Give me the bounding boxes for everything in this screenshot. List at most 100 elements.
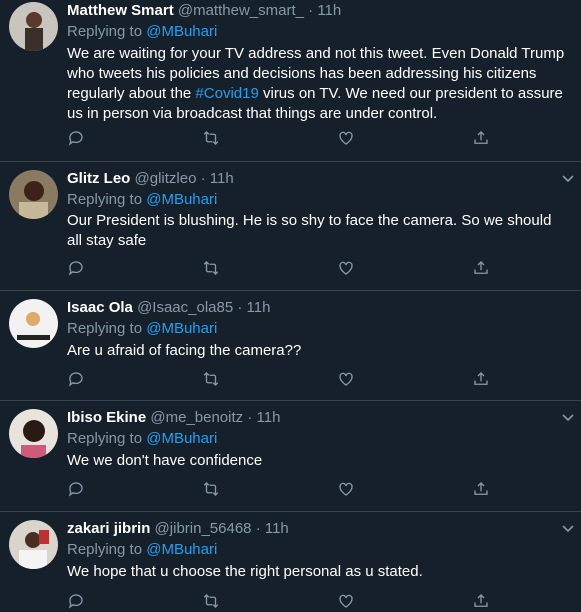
chevron-down-icon xyxy=(562,525,574,533)
tweet-text: We we don't have confidence xyxy=(67,452,263,469)
display-name[interactable]: Glitz Leo xyxy=(67,170,130,187)
replying-to-label: Replying to xyxy=(67,541,143,558)
reply-button[interactable] xyxy=(67,370,87,390)
tweet-header: Glitz Leo @glitzleo · 11h xyxy=(67,169,234,189)
separator: · xyxy=(237,299,243,316)
share-icon xyxy=(474,131,488,144)
mention-link[interactable]: @MBuhari xyxy=(146,191,217,208)
mention-link[interactable]: @MBuhari xyxy=(146,541,217,558)
like-button[interactable] xyxy=(337,259,357,279)
replying-to: Replying to @MBuhari xyxy=(67,429,217,449)
share-icon xyxy=(474,594,488,607)
tweet[interactable]: Glitz Leo @glitzleo · 11h Replying to @M… xyxy=(0,162,581,291)
replying-to-label: Replying to xyxy=(67,191,143,208)
share-button[interactable] xyxy=(472,129,492,149)
reply-button[interactable] xyxy=(67,592,87,612)
more-options-button[interactable] xyxy=(560,170,576,186)
like-button[interactable] xyxy=(337,592,357,612)
user-handle[interactable]: @jibrin_56468 xyxy=(155,520,252,537)
tweet-header: zakari jibrin @jibrin_56468 · 11h xyxy=(67,519,289,539)
separator: · xyxy=(308,2,314,19)
avatar[interactable] xyxy=(9,2,58,51)
avatar[interactable] xyxy=(9,299,58,348)
like-icon xyxy=(339,482,353,496)
tweet-actions xyxy=(67,129,507,149)
display-name[interactable]: Ibiso Ekine xyxy=(67,409,146,426)
display-name[interactable]: Matthew Smart xyxy=(67,2,174,19)
tweet-header: Ibiso Ekine @me_benoitz · 11h xyxy=(67,408,280,428)
avatar[interactable] xyxy=(9,170,58,219)
retweet-button[interactable] xyxy=(202,129,222,149)
reply-icon xyxy=(68,482,83,497)
avatar[interactable] xyxy=(9,409,58,458)
replying-to-label: Replying to xyxy=(67,320,143,337)
replying-to: Replying to @MBuhari xyxy=(67,190,217,210)
tweet-actions xyxy=(67,259,507,279)
tweet-actions xyxy=(67,480,507,500)
share-button[interactable] xyxy=(472,480,492,500)
separator: · xyxy=(255,520,261,537)
like-button[interactable] xyxy=(337,129,357,149)
tweet[interactable]: zakari jibrin @jibrin_56468 · 11h Replyi… xyxy=(0,512,581,612)
replying-to-label: Replying to xyxy=(67,430,143,447)
share-button[interactable] xyxy=(472,370,492,390)
like-button[interactable] xyxy=(337,370,357,390)
retweet-button[interactable] xyxy=(202,592,222,612)
tweet[interactable]: Ibiso Ekine @me_benoitz · 11h Replying t… xyxy=(0,401,581,512)
hashtag-link[interactable]: #Covid19 xyxy=(195,85,258,102)
mention-link[interactable]: @MBuhari xyxy=(146,430,217,447)
separator: · xyxy=(200,170,206,187)
reply-icon xyxy=(68,131,83,146)
mention-link[interactable]: @MBuhari xyxy=(146,320,217,337)
user-handle[interactable]: @glitzleo xyxy=(135,170,197,187)
retweet-icon xyxy=(203,482,219,496)
avatar[interactable] xyxy=(9,520,58,569)
tweet-header: Matthew Smart @matthew_smart_ · 11h xyxy=(67,1,341,21)
tweet-text: We are waiting for your TV address and n… xyxy=(67,44,567,124)
tweet-text: Are u afraid of facing the camera?? xyxy=(67,342,302,359)
reply-button[interactable] xyxy=(67,259,87,279)
retweet-button[interactable] xyxy=(202,370,222,390)
share-icon xyxy=(474,482,488,495)
share-icon xyxy=(474,372,488,385)
user-handle[interactable]: @matthew_smart_ xyxy=(178,2,304,19)
display-name[interactable]: Isaac Ola xyxy=(67,299,133,316)
mention-link[interactable]: @MBuhari xyxy=(146,23,217,40)
tweet-text: Our President is blushing. He is so shy … xyxy=(67,212,552,249)
reply-icon xyxy=(68,594,83,609)
user-handle[interactable]: @me_benoitz xyxy=(150,409,243,426)
more-options-button[interactable] xyxy=(560,409,576,425)
replying-to: Replying to @MBuhari xyxy=(67,22,217,42)
retweet-icon xyxy=(203,131,219,145)
timestamp[interactable]: 11h xyxy=(265,520,289,537)
replying-to-label: Replying to xyxy=(67,23,143,40)
retweet-icon xyxy=(203,594,219,608)
tweet-actions xyxy=(67,592,507,612)
chevron-down-icon xyxy=(562,414,574,422)
timestamp[interactable]: 11h xyxy=(257,409,281,426)
tweet-actions xyxy=(67,370,507,390)
share-icon xyxy=(474,261,488,274)
retweet-button[interactable] xyxy=(202,259,222,279)
retweet-icon xyxy=(203,372,219,386)
retweet-icon xyxy=(203,261,219,275)
user-handle[interactable]: @Isaac_ola85 xyxy=(137,299,233,316)
tweet-text: We hope that u choose the right personal… xyxy=(67,563,423,580)
timestamp[interactable]: 11h xyxy=(247,299,271,316)
tweet[interactable]: Isaac Ola @Isaac_ola85 · 11h Replying to… xyxy=(0,291,581,401)
share-button[interactable] xyxy=(472,259,492,279)
timestamp[interactable]: 11h xyxy=(210,170,234,187)
like-button[interactable] xyxy=(337,480,357,500)
chevron-down-icon xyxy=(562,175,574,183)
more-options-button[interactable] xyxy=(560,520,576,536)
like-icon xyxy=(339,261,353,275)
timestamp[interactable]: 11h xyxy=(317,2,341,19)
tweet-header: Isaac Ola @Isaac_ola85 · 11h xyxy=(67,298,270,318)
separator: · xyxy=(247,409,253,426)
reply-button[interactable] xyxy=(67,480,87,500)
retweet-button[interactable] xyxy=(202,480,222,500)
display-name[interactable]: zakari jibrin xyxy=(67,520,150,537)
tweet[interactable]: Matthew Smart @matthew_smart_ · 11h Repl… xyxy=(0,0,581,162)
reply-button[interactable] xyxy=(67,129,87,149)
share-button[interactable] xyxy=(472,592,492,612)
